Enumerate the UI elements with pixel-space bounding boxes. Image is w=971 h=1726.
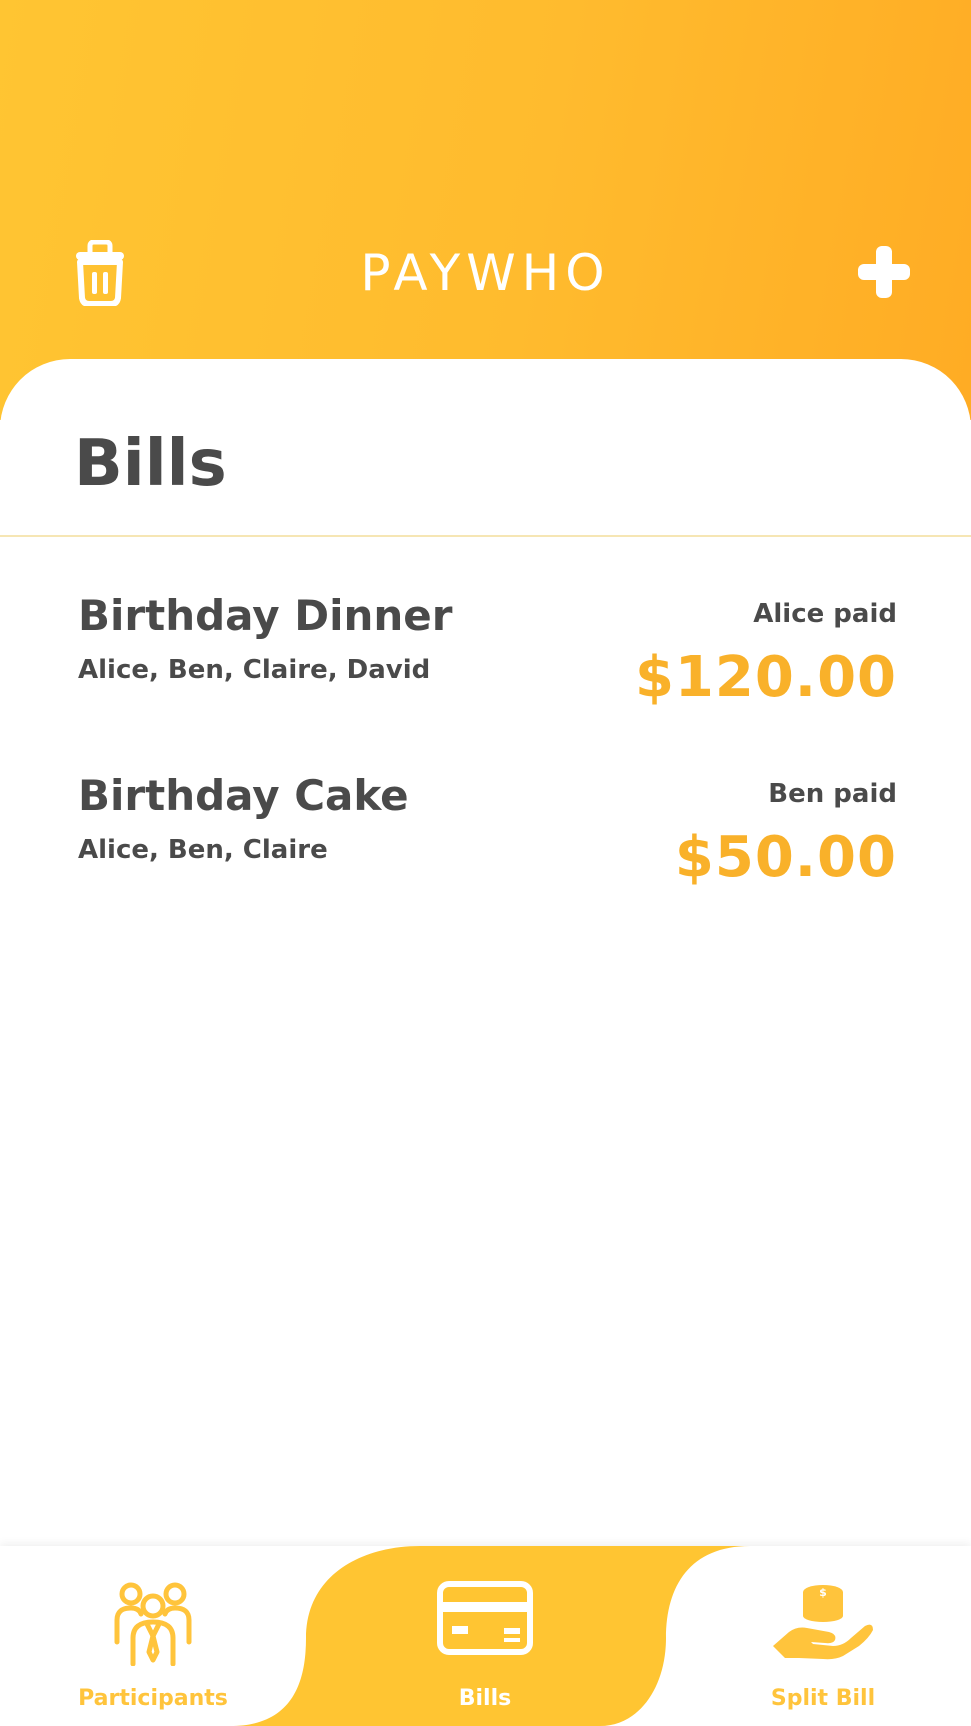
participants-icon bbox=[114, 1582, 192, 1666]
tab-label: Bills bbox=[458, 1686, 512, 1711]
tab-split-bill[interactable]: $ Split Bill bbox=[730, 1546, 916, 1726]
app-title: PAYWHO bbox=[360, 244, 611, 302]
add-bill-button[interactable] bbox=[856, 244, 912, 300]
app-header: PAYWHO bbox=[0, 0, 971, 420]
tab-bills[interactable]: Bills bbox=[380, 1546, 590, 1726]
bills-panel: Bills Birthday Dinner Alice, Ben, Claire… bbox=[0, 359, 971, 1547]
bill-participants: Alice, Ben, Claire bbox=[78, 835, 328, 865]
coins-hand-icon: $ bbox=[773, 1585, 873, 1660]
plus-icon bbox=[858, 246, 910, 298]
tab-bar: Participants Bills $ Split Bill bbox=[0, 1546, 971, 1726]
bill-payer: Alice paid bbox=[753, 599, 897, 629]
bill-amount: $120.00 bbox=[634, 645, 897, 710]
bill-row[interactable]: Birthday Dinner Alice, Ben, Claire, Davi… bbox=[0, 591, 971, 741]
divider bbox=[0, 535, 971, 537]
tab-label: Participants bbox=[78, 1686, 228, 1711]
bill-row[interactable]: Birthday Cake Alice, Ben, Claire Ben pai… bbox=[0, 771, 971, 921]
bill-payer: Ben paid bbox=[768, 779, 897, 809]
svg-text:$: $ bbox=[819, 1586, 827, 1599]
bill-participants: Alice, Ben, Claire, David bbox=[78, 655, 431, 685]
tab-participants[interactable]: Participants bbox=[60, 1546, 246, 1726]
bill-amount: $50.00 bbox=[674, 825, 897, 890]
credit-card-icon bbox=[437, 1581, 533, 1655]
bill-name: Birthday Dinner bbox=[78, 591, 453, 640]
tab-label: Split Bill bbox=[770, 1686, 876, 1711]
bill-name: Birthday Cake bbox=[78, 771, 409, 820]
page-title: Bills bbox=[74, 427, 227, 501]
